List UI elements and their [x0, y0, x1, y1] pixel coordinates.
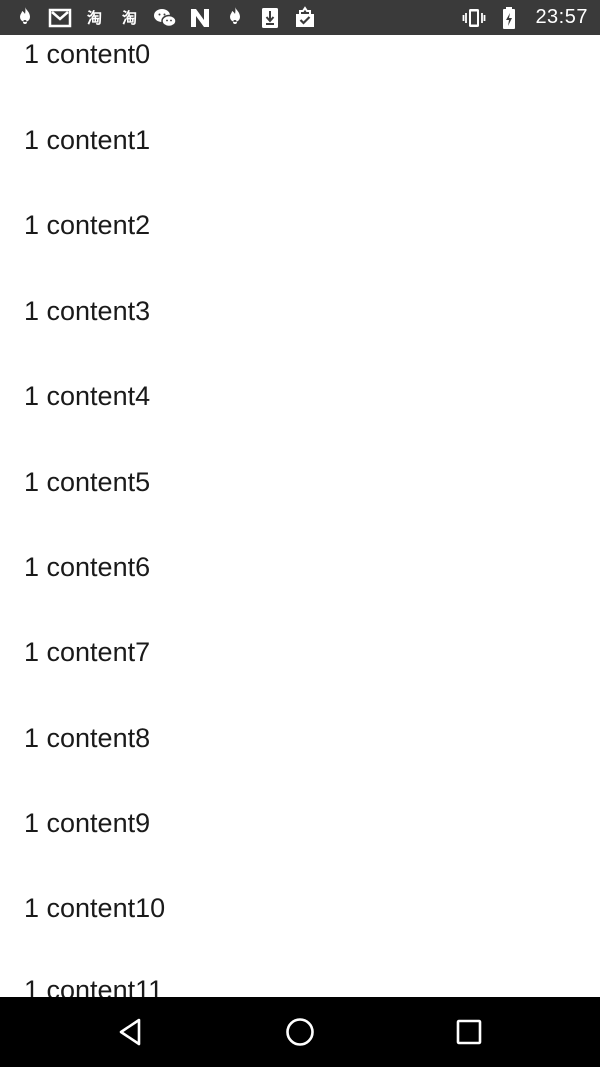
status-bar: 淘 淘 23:57 — [0, 0, 600, 35]
list-item: 1 content9 — [24, 808, 151, 838]
taobao-glyph: 淘 — [86, 9, 102, 27]
list-item: 1 content7 — [24, 637, 151, 667]
fire-icon — [12, 5, 37, 30]
list-item: 1 content11 — [24, 975, 164, 997]
notification-icons: 淘 淘 — [12, 5, 317, 30]
clipboard-check-icon — [292, 5, 317, 30]
taobao-icon: 淘 — [82, 5, 107, 30]
list-item: 1 content2 — [24, 210, 151, 240]
home-icon — [286, 1018, 314, 1046]
list-item: 1 content6 — [24, 552, 151, 582]
list-item: 1 content8 — [24, 723, 151, 753]
taobao-icon: 淘 — [117, 5, 142, 30]
recents-button[interactable] — [451, 1014, 487, 1050]
content-list[interactable]: 1 content0 1 content1 1 content2 1 conte… — [0, 35, 600, 997]
home-button[interactable] — [282, 1014, 318, 1050]
list-item: 1 content3 — [24, 296, 151, 326]
wechat-icon — [152, 5, 177, 30]
list-item: 1 content4 — [24, 381, 151, 411]
list-item: 1 content0 — [24, 39, 151, 69]
list-item: 1 content5 — [24, 467, 151, 497]
battery-icon — [496, 5, 521, 30]
system-status: 23:57 — [461, 5, 588, 30]
clock: 23:57 — [535, 6, 588, 28]
back-button[interactable] — [113, 1014, 149, 1050]
download-icon — [257, 5, 282, 30]
recents-icon — [456, 1019, 482, 1045]
list-item: 1 content1 — [24, 125, 151, 155]
n-icon — [187, 5, 212, 30]
fire-icon — [222, 5, 247, 30]
taobao-glyph: 淘 — [121, 9, 137, 27]
vibrate-icon — [461, 5, 486, 30]
navigation-bar — [0, 997, 600, 1067]
mail-icon — [47, 5, 72, 30]
back-icon — [119, 1018, 141, 1046]
list-item: 1 content10 — [24, 893, 166, 923]
